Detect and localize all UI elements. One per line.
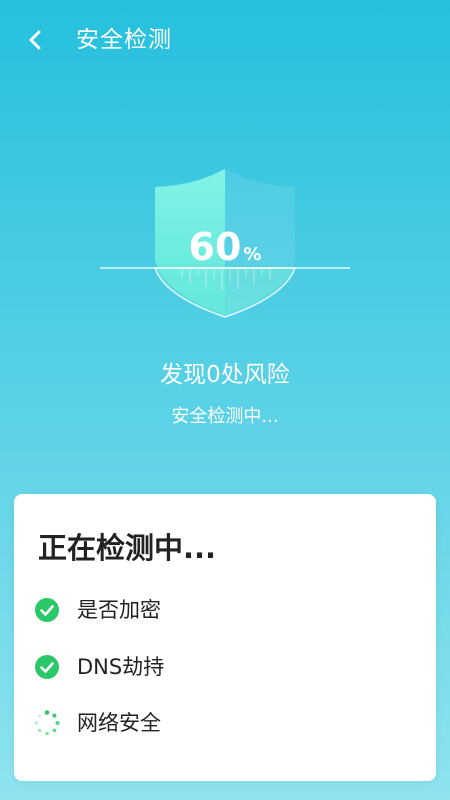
check-circle-icon <box>35 598 59 622</box>
check-item-encryption: 是否加密 <box>34 592 414 628</box>
check-item-dns-hijack: DNS劫持 <box>34 649 414 685</box>
progress-percent: 60% <box>100 225 350 277</box>
back-button[interactable] <box>18 22 54 58</box>
chevron-left-icon <box>29 30 41 50</box>
page-title: 安全检测 <box>76 27 172 53</box>
risk-summary: 发现0处风险 <box>160 362 290 388</box>
check-item-label: 网络安全 <box>77 711 161 735</box>
loading-spinner-icon <box>35 710 60 736</box>
check-list-card: 正在检测中... 是否加密 DNS劫持 网络安全 <box>14 494 436 781</box>
app-header: 安全检测 <box>0 0 450 80</box>
scan-status: 安全检测中... <box>171 406 279 427</box>
progress-unit: % <box>243 244 262 265</box>
security-shield: 60% <box>100 165 350 325</box>
check-circle-icon <box>35 655 59 679</box>
progress-value: 60 <box>188 225 242 269</box>
check-item-label: 是否加密 <box>77 598 161 622</box>
check-item-label: DNS劫持 <box>77 655 165 679</box>
check-item-network-security: 网络安全 <box>34 705 414 741</box>
card-title: 正在检测中... <box>38 531 217 565</box>
